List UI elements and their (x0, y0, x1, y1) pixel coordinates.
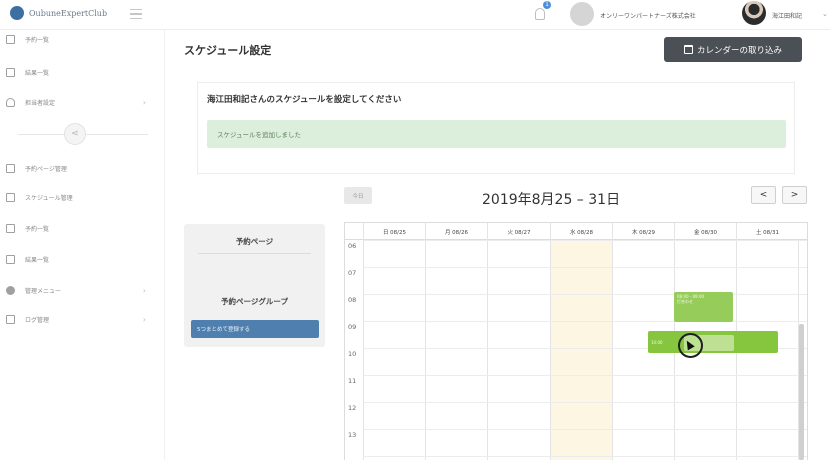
document-icon (6, 254, 15, 264)
brand-logo-icon (10, 6, 24, 20)
calendar-icon (683, 45, 693, 54)
sidebar-item-reservations-2[interactable]: 予約一覧 (6, 221, 156, 235)
sidebar-item-staff-settings[interactable]: 担当者設定 › (6, 95, 156, 109)
sidebar-item-label: 予約一覧 (25, 36, 50, 44)
company-name[interactable]: オンリーワンパートナーズ株式会社 (600, 11, 696, 20)
panel-heading: 海江田和記さんのスケジュールを設定してください (207, 95, 402, 105)
grid-line (363, 240, 807, 241)
hour-label: 09 (348, 323, 357, 331)
grid-line (363, 402, 807, 403)
sidebar-item-label: 担当者設定 (25, 99, 56, 107)
grid-line (363, 240, 364, 460)
prev-week-button[interactable]: < (751, 186, 776, 204)
hour-label: 08 (348, 296, 357, 304)
grid-line (363, 294, 807, 295)
share-icon[interactable]: ⋖ (64, 123, 86, 145)
hour-label: 06 (348, 242, 357, 250)
event-title: 打合わせ (677, 299, 693, 304)
chevron-right-icon: › (142, 314, 146, 324)
bell-icon[interactable] (535, 8, 545, 20)
day-header: 水 08/28 (550, 223, 612, 240)
day-header: 月 08/26 (425, 223, 487, 240)
page-icon (6, 163, 15, 173)
chevron-right-icon: › (142, 285, 146, 295)
grid-line (612, 240, 613, 460)
top-bar: OubuneExpertClub 1 オンリーワンパートナーズ株式会社 海江田和… (0, 0, 830, 30)
grid-line (363, 267, 807, 268)
sidebar-item-schedule[interactable]: スケジュール管理 (6, 190, 156, 204)
person-icon (6, 97, 15, 107)
hour-label: 11 (348, 377, 357, 385)
sidebar-item-label: 管理メニュー (25, 287, 62, 295)
sidebar-item-results-2[interactable]: 結果一覧 (6, 252, 156, 266)
document-icon (6, 67, 15, 77)
day-header: 火 08/27 (487, 223, 550, 240)
sidebar-item-log-management[interactable]: ログ管理 › (6, 312, 156, 326)
success-alert: スケジュールを追加しました (207, 120, 786, 148)
page-title: スケジュール設定 (184, 44, 272, 57)
user-name[interactable]: 海江田和記 (772, 11, 802, 20)
booking-page-card: 予約ページ 予約ページグループ 5つまとめて登録する (184, 224, 325, 347)
grid-line (363, 456, 807, 457)
chevron-down-icon[interactable]: ⌄ (822, 10, 828, 18)
sidebar-item-label: スケジュール管理 (25, 194, 73, 202)
sidebar-item-booking-pages[interactable]: 予約ページ管理 (6, 161, 156, 175)
edit-icon (6, 34, 15, 44)
hour-label: 10 (348, 350, 357, 358)
user-avatar[interactable] (742, 1, 766, 25)
sidebar-item-admin-menu[interactable]: 管理メニュー › (6, 283, 156, 297)
booking-page-title: 予約ページ (235, 237, 274, 246)
import-calendar-button[interactable]: カレンダーの取り込み (664, 37, 802, 62)
grid-line (487, 240, 488, 460)
day-header: 木 08/29 (612, 223, 674, 240)
brand-logo-link[interactable]: OubuneExpertClub (10, 6, 107, 20)
sidebar-item-results[interactable]: 結果一覧 (6, 65, 156, 79)
grid-line (363, 375, 807, 376)
log-icon (6, 314, 15, 324)
today-button[interactable]: 今日 (344, 187, 372, 204)
day-header: 金 08/30 (674, 223, 736, 240)
company-avatar[interactable] (570, 2, 594, 26)
day-header: 日 08/25 (363, 223, 425, 240)
grid-line (550, 240, 551, 460)
edit-icon (6, 223, 15, 233)
brand-name: OubuneExpertClub (29, 8, 108, 18)
bulk-register-button[interactable]: 5つまとめて登録する (191, 320, 319, 338)
chevron-right-icon: › (142, 97, 146, 107)
event-time: 10:00 (651, 339, 663, 345)
calendar-scrollbar[interactable] (799, 324, 804, 460)
today-column (550, 240, 612, 460)
gear-icon (6, 285, 15, 295)
sidebar-item-label: 予約一覧 (25, 225, 50, 233)
calendar-icon (6, 192, 15, 202)
sidebar-item-reservations[interactable]: 予約一覧 (6, 32, 156, 46)
sidebar-item-label: 結果一覧 (25, 256, 50, 264)
hour-label: 07 (348, 269, 357, 277)
sidebar-item-label: 結果一覧 (25, 69, 50, 77)
menu-toggle-icon[interactable] (130, 9, 142, 19)
card-divider (198, 253, 311, 254)
next-week-button[interactable]: > (782, 186, 807, 204)
hour-label: 13 (348, 431, 357, 439)
sidebar-item-label: 予約ページ管理 (25, 165, 67, 173)
booking-page-group-title: 予約ページグループ (221, 297, 288, 306)
hour-label: 12 (348, 404, 357, 412)
schedule-panel: 海江田和記さんのスケジュールを設定してください スケジュールを追加しました (197, 82, 795, 174)
import-calendar-label: カレンダーの取り込み (696, 45, 782, 56)
grid-line (425, 240, 426, 460)
calendar-header: 日 08/25 月 08/26 火 08/27 水 08/28 木 08/29 … (345, 223, 807, 240)
sidebar-item-label: ログ管理 (25, 316, 50, 324)
grid-line (363, 321, 807, 322)
grid-line (363, 429, 807, 430)
day-header: 土 08/31 (736, 223, 798, 240)
calendar-date-range: 2019年8月25 – 31日 (482, 192, 621, 208)
sidebar: 予約一覧 結果一覧 担当者設定 › ⋖ 予約ページ管理 スケジュール管理 予約一… (0, 30, 165, 460)
notification-badge: 1 (543, 1, 551, 9)
calendar-event[interactable]: 08:00 - 09:00 打合わせ (674, 292, 733, 322)
